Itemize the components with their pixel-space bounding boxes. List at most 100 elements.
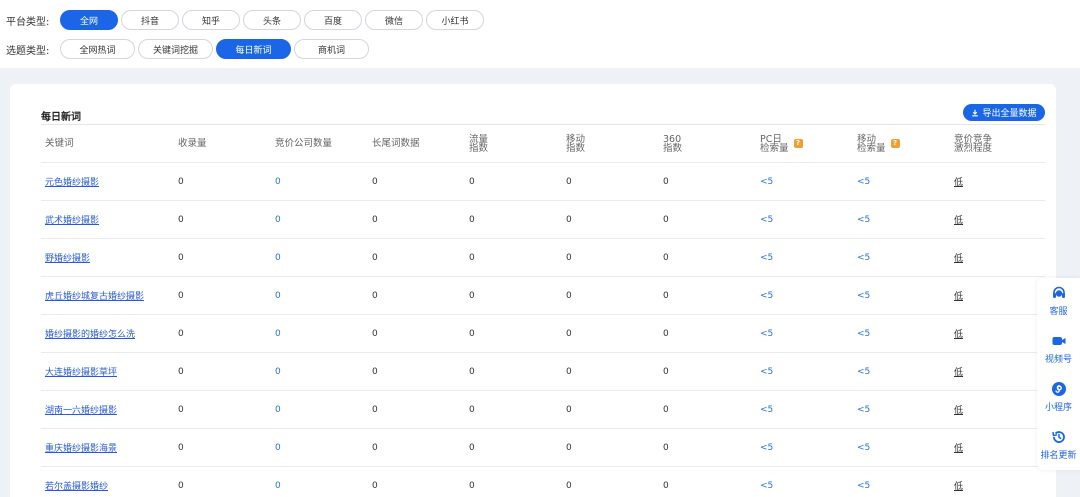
cell-value: 0	[663, 366, 669, 377]
keyword-link[interactable]: 野婚纱摄影	[45, 251, 90, 264]
column-header-text: 长尾词数据	[372, 138, 420, 149]
table-cell: 低	[954, 327, 1045, 340]
bidding-company-count[interactable]: 0	[275, 329, 281, 339]
keyword-link[interactable]: 若尔盖摄影婚纱	[45, 479, 108, 492]
platform-option-pill[interactable]: 知乎	[182, 10, 240, 30]
keyword-link[interactable]: 元色婚纱摄影	[45, 175, 99, 188]
table-cell: 0	[178, 291, 275, 301]
bidding-company-count[interactable]: 0	[275, 291, 281, 301]
table-cell: 元色婚纱摄影	[41, 175, 178, 188]
keyword-link[interactable]: 虎丘婚纱城复古婚纱摄影	[45, 289, 144, 302]
cell-value: 0	[566, 480, 572, 491]
platform-option-pill[interactable]: 微信	[365, 10, 423, 30]
table-cell: 0	[178, 367, 275, 377]
table-cell: 0	[469, 329, 566, 339]
cell-value: 0	[469, 404, 475, 415]
table-cell: 0	[566, 481, 663, 491]
keyword-link[interactable]: 婚纱摄影的婚纱怎么洗	[45, 327, 135, 340]
table-cell: 0	[178, 215, 275, 225]
table-cell: 0	[275, 177, 372, 187]
table-cell: 若尔盖摄影婚纱	[41, 479, 178, 492]
table-cell: 0	[663, 291, 760, 301]
column-header: PC日 检索量?	[760, 125, 857, 162]
table-cell: 0	[566, 443, 663, 453]
table-cell: 0	[469, 215, 566, 225]
platform-option-pill[interactable]: 头条	[243, 10, 301, 30]
table-cell: 0	[566, 367, 663, 377]
column-header-text: 关键词	[45, 138, 74, 149]
keyword-link[interactable]: 大连婚纱摄影草坪	[45, 365, 117, 378]
help-tip-icon[interactable]: ?	[890, 139, 900, 148]
table-row: 虎丘婚纱城复古婚纱摄影 0 0 0 0 0 0 <5 <5 低	[41, 277, 1045, 315]
table-cell: 0	[469, 481, 566, 491]
bidding-company-count[interactable]: 0	[275, 177, 281, 187]
competition-level-link[interactable]: 低	[954, 479, 963, 492]
column-header: 360 指数	[663, 125, 760, 162]
topic-option-pill[interactable]: 商机词	[294, 39, 369, 59]
competition-level-link[interactable]: 低	[954, 365, 963, 378]
competition-level-link[interactable]: 低	[954, 403, 963, 416]
platform-option-pill[interactable]: 抖音	[121, 10, 179, 30]
cell-value: 0	[372, 366, 378, 377]
platform-option-pill[interactable]: 全网	[60, 10, 118, 30]
cell-value: 0	[178, 328, 184, 339]
competition-level-link[interactable]: 低	[954, 441, 963, 454]
float-item-customer-service[interactable]: 客服	[1037, 278, 1080, 324]
table-cell: 0	[469, 177, 566, 187]
table-cell: 0	[178, 443, 275, 453]
search-volume-value: <5	[760, 214, 774, 225]
help-tip-icon[interactable]: ?	[793, 139, 803, 148]
float-item-video-channel[interactable]: 视频号	[1037, 326, 1080, 372]
cell-value: 0	[372, 404, 378, 415]
competition-level-link[interactable]: 低	[954, 213, 963, 226]
column-header-text: 激烈程度	[954, 142, 993, 154]
bidding-company-count[interactable]: 0	[275, 367, 281, 377]
keyword-link[interactable]: 武术婚纱摄影	[45, 213, 99, 226]
table-cell: 0	[372, 367, 469, 377]
keyword-link[interactable]: 重庆婚纱摄影海景	[45, 441, 117, 454]
table-cell: 0	[275, 253, 372, 263]
cell-value: 0	[469, 442, 475, 453]
export-all-button[interactable]: 导出全量数据	[963, 104, 1045, 121]
bidding-company-count[interactable]: 0	[275, 443, 281, 453]
competition-level-link[interactable]: 低	[954, 289, 963, 302]
platform-filter-label: 平台类型:	[6, 16, 50, 28]
table-cell: <5	[760, 329, 857, 339]
competition-level-link[interactable]: 低	[954, 175, 963, 188]
table-cell: 0	[663, 443, 760, 453]
topic-option-pill[interactable]: 每日新词	[216, 39, 291, 59]
cell-value: 0	[372, 328, 378, 339]
table-cell: 0	[372, 253, 469, 263]
bidding-company-count[interactable]: 0	[275, 481, 281, 491]
table-cell: 0	[372, 177, 469, 187]
platform-option-pill[interactable]: 小红书	[426, 10, 484, 30]
cell-value: 0	[469, 290, 475, 301]
competition-level-link[interactable]: 低	[954, 251, 963, 264]
table-row: 武术婚纱摄影 0 0 0 0 0 0 <5 <5 低	[41, 201, 1045, 239]
competition-level-link[interactable]: 低	[954, 327, 963, 340]
keyword-link[interactable]: 湖南一六婚纱摄影	[45, 403, 117, 416]
cell-value: 0	[372, 214, 378, 225]
bidding-company-count[interactable]: 0	[275, 253, 281, 263]
table-cell: 0	[469, 443, 566, 453]
card-title: 每日新词	[41, 112, 81, 123]
topic-option-pill[interactable]: 关键词挖掘	[138, 39, 213, 59]
column-header-text: 指数	[663, 142, 683, 154]
platform-option-pill[interactable]: 百度	[304, 10, 362, 30]
float-item-label: 排名更新	[1040, 451, 1077, 461]
float-item-rank-update[interactable]: 排名更新	[1037, 422, 1080, 468]
table-cell: 0	[469, 405, 566, 415]
cell-value: 0	[469, 328, 475, 339]
table-cell: 0	[275, 215, 372, 225]
table-cell: 0	[663, 367, 760, 377]
float-item-mini-program[interactable]: 小程序	[1037, 374, 1080, 420]
table-cell: 重庆婚纱摄影海景	[41, 441, 178, 454]
bidding-company-count[interactable]: 0	[275, 405, 281, 415]
table-cell: 虎丘婚纱城复古婚纱摄影	[41, 289, 178, 302]
cell-value: 0	[372, 252, 378, 263]
cell-value: 0	[663, 442, 669, 453]
bidding-company-count[interactable]: 0	[275, 215, 281, 225]
table-cell: 0	[275, 443, 372, 453]
topic-option-pill[interactable]: 全网热词	[60, 39, 135, 59]
cell-value: 0	[372, 176, 378, 187]
